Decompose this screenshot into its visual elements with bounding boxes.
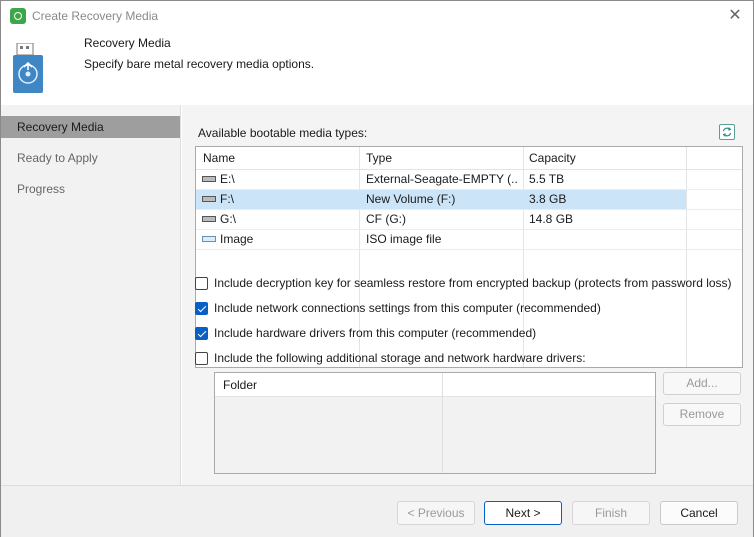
row-capacity: 3.8 GB (529, 192, 567, 206)
header-subtitle: Specify bare metal recovery media option… (84, 57, 315, 71)
drive-icon (202, 215, 216, 222)
column-header-folder[interactable]: Folder (223, 378, 257, 392)
next-button[interactable]: Next > (484, 501, 562, 525)
column-divider (442, 373, 443, 473)
table-row[interactable]: G:\ CF (G:) 14.8 GB (196, 210, 686, 229)
row-type: CF (G:) (366, 212, 406, 226)
table-row-selected[interactable]: F:\ New Volume (F:) 3.8 GB (196, 190, 686, 209)
row-name-cell: Image (202, 230, 253, 249)
previous-button[interactable]: < Previous (397, 501, 475, 525)
remove-folder-button[interactable]: Remove (663, 403, 741, 426)
column-divider (686, 147, 687, 367)
driver-folders-table: Folder (214, 372, 656, 474)
checkbox-label: Include decryption key for seamless rest… (214, 276, 732, 290)
step-progress[interactable]: Progress (1, 178, 180, 200)
row-name: E:\ (220, 172, 235, 186)
close-icon[interactable]: ✕ (725, 6, 745, 26)
checkbox-label: Include the following additional storage… (214, 351, 586, 365)
table-row[interactable]: Image ISO image file (196, 230, 686, 249)
main-panel: Available bootable media types: Name Typ… (182, 105, 753, 485)
usb-drive-icon (13, 43, 43, 93)
header-title: Recovery Media (84, 36, 171, 50)
title-bar: Create Recovery Media ✕ (1, 1, 753, 31)
wizard-footer: < Previous Next > Finish Cancel (1, 485, 753, 537)
finish-button[interactable]: Finish (572, 501, 650, 525)
column-header-name[interactable]: Name (203, 149, 235, 168)
app-logo-icon (10, 8, 26, 24)
available-media-label: Available bootable media types: (198, 126, 368, 140)
row-capacity: 5.5 TB (529, 172, 565, 186)
column-header-capacity[interactable]: Capacity (529, 149, 576, 168)
checkbox-checked[interactable] (195, 302, 208, 315)
table-row[interactable]: E:\ External-Seagate-EMPTY (... 5.5 TB (196, 170, 686, 189)
row-name-cell: F:\ (202, 190, 234, 209)
drive-icon (202, 195, 216, 202)
table-header: Name Type Capacity (196, 147, 742, 170)
row-type: New Volume (F:) (366, 192, 456, 206)
checkbox-label: Include network connections settings fro… (214, 301, 601, 315)
column-header-type[interactable]: Type (366, 149, 392, 168)
row-type: External-Seagate-EMPTY (... (366, 172, 518, 186)
row-name: G:\ (220, 212, 237, 226)
wizard-header: Recovery Media Specify bare metal recove… (1, 31, 753, 105)
row-capacity: 14.8 GB (529, 212, 574, 226)
refresh-icon[interactable] (719, 124, 735, 140)
checkbox-label: Include hardware drivers from this compu… (214, 326, 537, 340)
checkbox[interactable] (195, 277, 208, 290)
cancel-button[interactable]: Cancel (660, 501, 738, 525)
row-name: F:\ (220, 192, 234, 206)
row-name-cell: E:\ (202, 170, 235, 189)
image-icon (202, 235, 216, 242)
row-type: ISO image file (366, 232, 442, 246)
checkbox[interactable] (195, 352, 208, 365)
step-recovery-media[interactable]: Recovery Media (1, 116, 180, 138)
wizard-steps-sidebar: Recovery Media Ready to Apply Progress (1, 105, 181, 485)
add-folder-button[interactable]: Add... (663, 372, 741, 395)
checkbox-checked[interactable] (195, 327, 208, 340)
create-recovery-media-window: Create Recovery Media ✕ Recovery Media S… (0, 0, 754, 537)
folder-list[interactable] (215, 397, 655, 473)
drive-icon (202, 175, 216, 182)
row-name: Image (220, 232, 254, 246)
row-divider (196, 249, 742, 250)
table-header: Folder (215, 373, 655, 397)
step-ready-to-apply[interactable]: Ready to Apply (1, 147, 180, 169)
row-name-cell: G:\ (202, 210, 236, 229)
window-title: Create Recovery Media (32, 9, 159, 23)
